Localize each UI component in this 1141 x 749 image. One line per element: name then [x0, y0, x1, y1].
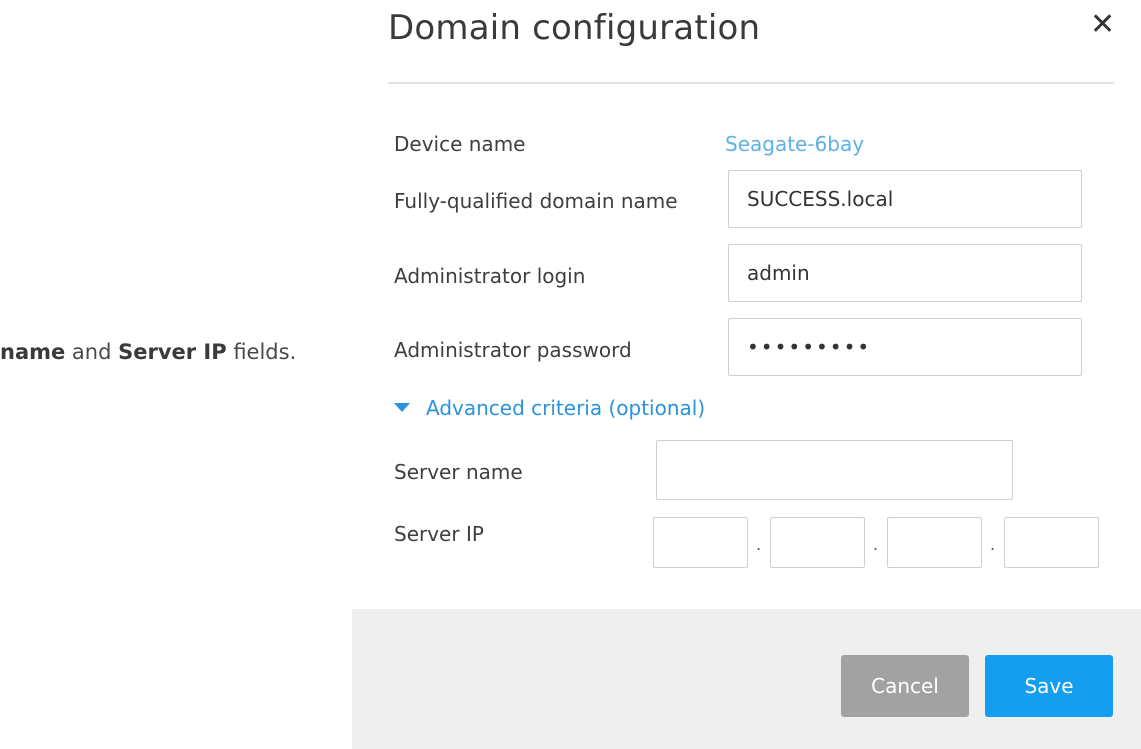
server-ip-octet-4[interactable]: [1004, 517, 1099, 568]
ip-separator: .: [756, 535, 762, 554]
dialog-title: Domain configuration: [388, 8, 761, 48]
fqdn-label: Fully-qualified domain name: [394, 189, 678, 213]
instruction-bold-server-name: name: [0, 340, 66, 364]
fqdn-input[interactable]: [728, 170, 1082, 228]
instruction-fragment: name and Server IP fields.: [0, 340, 296, 364]
dialog-footer: Cancel Save: [352, 609, 1141, 749]
admin-login-label: Administrator login: [394, 264, 586, 288]
instruction-bold-server-ip: Server IP: [118, 340, 227, 364]
admin-password-label: Administrator password: [394, 338, 632, 362]
instruction-text: and: [65, 340, 119, 364]
server-ip-octet-1[interactable]: [653, 517, 748, 568]
admin-password-input[interactable]: [728, 318, 1082, 376]
close-icon[interactable]: ✕: [1090, 10, 1115, 40]
server-ip-octet-2[interactable]: [770, 517, 865, 568]
cancel-button[interactable]: Cancel: [841, 655, 969, 717]
device-name-label: Device name: [394, 132, 526, 156]
domain-configuration-dialog: Domain configuration ✕ Device name Seaga…: [352, 0, 1141, 749]
ip-separator: .: [990, 535, 996, 554]
server-ip-octet-3[interactable]: [887, 517, 982, 568]
ip-separator: .: [873, 535, 879, 554]
save-button[interactable]: Save: [985, 655, 1113, 717]
instruction-text-end: fields.: [226, 340, 297, 364]
admin-login-input[interactable]: [728, 244, 1082, 302]
server-name-label: Server name: [394, 460, 523, 484]
title-divider: [388, 82, 1114, 84]
advanced-criteria-label: Advanced criteria (optional): [426, 396, 706, 420]
server-ip-label: Server IP: [394, 522, 484, 546]
advanced-criteria-toggle[interactable]: Advanced criteria (optional): [394, 396, 705, 420]
device-name-value: Seagate-6bay: [725, 132, 865, 156]
server-name-input[interactable]: [656, 440, 1013, 500]
triangle-down-icon: [394, 403, 410, 412]
